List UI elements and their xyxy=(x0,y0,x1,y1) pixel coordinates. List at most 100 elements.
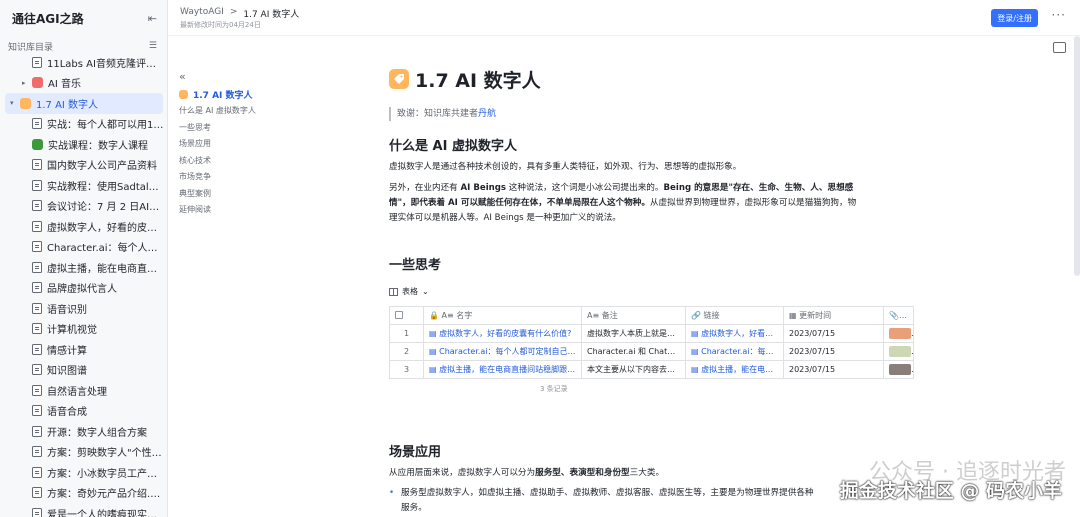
sidebar-item[interactable]: 计算机视觉 xyxy=(0,319,167,340)
row-number[interactable]: 3 xyxy=(389,360,424,379)
document-icon xyxy=(32,282,42,294)
sidebar-item[interactable]: 方案：小冰数字员工产品方案… xyxy=(0,462,167,483)
collapse-sidebar-icon[interactable]: ⇤ xyxy=(148,12,157,25)
attachment-thumbnail[interactable] xyxy=(889,328,911,339)
more-options-icon[interactable]: ··· xyxy=(1052,8,1066,22)
doc-link-icon: ▤ xyxy=(429,329,440,338)
table-view-switcher[interactable]: 表格 ⌄ xyxy=(389,286,429,297)
doc-link-icon: ▤ xyxy=(691,347,702,356)
page-scrollbar[interactable] xyxy=(1074,36,1080,276)
cell-note-text: Character.ai 和 ChatGPT… xyxy=(587,347,686,356)
sidebar-item[interactable]: 虚拟主播，能在电商直播间站… xyxy=(0,257,167,278)
sidebar-item[interactable]: 实战教程：使用Sadtalker让照… xyxy=(0,175,167,196)
cell-attachment[interactable] xyxy=(883,342,914,361)
sidebar-item[interactable]: 会议讨论：7 月 2 日AI数字人… xyxy=(0,196,167,217)
row-number[interactable]: 1 xyxy=(389,324,424,343)
sidebar-item-label: 虚拟数字人，好看的皮囊有什… xyxy=(47,222,164,234)
toc-item[interactable]: 核心技术 xyxy=(179,152,279,169)
toc-item[interactable]: 典型案例 xyxy=(179,185,279,202)
sidebar-item-label: AI 音乐 xyxy=(48,79,81,91)
column-header-link[interactable]: 🔗 链接 xyxy=(685,306,784,325)
sidebar-item[interactable]: 虚拟数字人，好看的皮囊有什… xyxy=(0,216,167,237)
wiki-title[interactable]: 通往AGI之路 xyxy=(12,10,84,27)
sidebar-item[interactable]: 11Labs AI音频克隆评测… xyxy=(0,52,167,73)
page-emoji-icon xyxy=(32,138,43,150)
sidebar-item[interactable]: 语音识别 xyxy=(0,298,167,319)
caret-right-icon[interactable]: ▸ xyxy=(22,79,32,87)
sidebar-item-label: 语音合成 xyxy=(47,407,87,419)
sidebar-item[interactable]: ▾ 1.7 AI 数字人 xyxy=(5,93,163,114)
bullet-dot: • xyxy=(389,488,395,498)
login-button[interactable]: 登录/注册 xyxy=(991,9,1038,27)
cell-attachment[interactable] xyxy=(883,360,914,379)
cell-link[interactable]: ▤ Character.ai：每个人… xyxy=(685,342,784,361)
cell-date[interactable]: 2023/07/15 xyxy=(783,360,884,379)
sidebar-item[interactable]: 品牌虚拟代言人 xyxy=(0,278,167,299)
p3-types: 服务型、表演型和身份型 xyxy=(535,468,630,478)
document-icon xyxy=(32,179,42,191)
sidebar-item-label: 语音识别 xyxy=(47,304,87,316)
cell-name[interactable]: ▤ 虚拟数字人，好看的皮囊有什么价值? xyxy=(423,324,582,343)
column-header-attachment[interactable]: 📎 附件 xyxy=(883,306,914,325)
sidebar-item[interactable]: 自然语言处理 xyxy=(0,380,167,401)
chevron-down-icon: ⌄ xyxy=(422,287,429,296)
toc-item[interactable]: 市场竞争 xyxy=(179,169,279,186)
cell-date[interactable]: 2023/07/15 xyxy=(783,324,884,343)
toc-item[interactable]: 场景应用 xyxy=(179,136,279,153)
sidebar-item[interactable]: 方案：奇妙元产品介绍.pptx xyxy=(0,483,167,504)
table-row[interactable]: 3 ▤ 虚拟主播，能在电商直播间站稳脚跟… 本文主要从以下内容去… ▤ 虚拟主播，能在… xyxy=(389,360,914,379)
sidebar-item[interactable]: 实战：每个人都可以用10分… xyxy=(0,114,167,135)
document-icon xyxy=(32,487,42,499)
sidebar-item-label: 爱是一个人的嗜痕现实｜Love … xyxy=(47,509,164,517)
sidebar-item[interactable]: 国内数字人公司产品资料 xyxy=(0,155,167,176)
select-all-checkbox[interactable] xyxy=(395,310,403,319)
sidebar-item[interactable]: Character.ai：每个人都可定制… xyxy=(0,237,167,258)
sidebar-item-label: 知识图谱 xyxy=(47,366,87,378)
breadcrumb-root[interactable]: WaytoAGI xyxy=(180,7,224,20)
column-header-note[interactable]: A≡ 备注 xyxy=(581,306,686,325)
attachment-thumbnail[interactable] xyxy=(889,346,911,357)
cell-link[interactable]: ▤ 虚拟主播，能在电商… xyxy=(685,360,784,379)
sidebar-item[interactable]: 实战课程：数字人课程 xyxy=(0,134,167,155)
thanks-quote: 致谢：知识库共建者丹航 xyxy=(389,107,859,121)
column-header-date[interactable]: ▦ 更新时间 xyxy=(783,306,884,325)
document-icon xyxy=(32,159,42,171)
cell-name[interactable]: ▤ 虚拟主播，能在电商直播间站稳脚跟… xyxy=(423,360,582,379)
sidebar-item[interactable]: 方案：剪映数字人"个性化"—… xyxy=(0,442,167,463)
row-number[interactable]: 2 xyxy=(389,342,424,361)
catalog-label: 知识库目录 xyxy=(8,42,54,53)
sidebar-item[interactable]: 知识图谱 xyxy=(0,360,167,381)
document-icon xyxy=(32,466,42,478)
attachment-thumbnail[interactable] xyxy=(889,364,911,375)
table-row[interactable]: 1 ▤ 虚拟数字人，好看的皮囊有什么价值? 虚拟数字人本质上就是… ▤ 虚拟数字人，好… xyxy=(389,324,914,343)
column-header-name[interactable]: 🔒 A≡ 名字 xyxy=(423,306,582,325)
toc-item[interactable]: 1.7 AI 数字人 xyxy=(179,86,279,103)
cell-attachment[interactable] xyxy=(883,324,914,343)
sidebar-item[interactable]: 情感计算 xyxy=(0,339,167,360)
cell-note[interactable]: Character.ai 和 ChatGPT… xyxy=(581,342,686,361)
catalog-options-icon[interactable]: ☰ xyxy=(149,41,157,51)
cell-link[interactable]: ▤ 虚拟数字人，好看的… xyxy=(685,324,784,343)
cell-note[interactable]: 虚拟数字人本质上就是… xyxy=(581,324,686,343)
sidebar-item[interactable]: 语音合成 xyxy=(0,401,167,422)
toc-item[interactable]: 一些思考 xyxy=(179,119,279,136)
comment-icon[interactable] xyxy=(1053,42,1066,53)
collapse-toc-icon[interactable]: « xyxy=(179,70,279,83)
sidebar-item[interactable]: 开源：数字人组合方案 xyxy=(0,421,167,442)
cell-note[interactable]: 本文主要从以下内容去… xyxy=(581,360,686,379)
caret-down-icon[interactable]: ▾ xyxy=(10,99,20,107)
table-of-contents: « 1.7 AI 数字人 什么是 AI 虚拟数字人 一些思考 场景应用 核心技术 市场竞争… xyxy=(179,70,279,218)
contributor-link[interactable]: 丹航 xyxy=(478,109,496,119)
sidebar-item[interactable]: ▸ AI 音乐 xyxy=(0,73,167,94)
cell-name[interactable]: ▤ Character.ai：每个人都可定制自己的… xyxy=(423,342,582,361)
sidebar-item-label: 会议讨论：7 月 2 日AI数字人… xyxy=(47,202,164,214)
toc-item[interactable]: 延伸阅读 xyxy=(179,202,279,219)
sidebar-item-label: 实战教程：使用Sadtalker让照… xyxy=(47,181,164,193)
table-row[interactable]: 2 ▤ Character.ai：每个人都可定制自己的… Character.ai … xyxy=(389,342,914,361)
select-all-cell[interactable] xyxy=(389,306,424,325)
sidebar-item-label: 开源：数字人组合方案 xyxy=(47,427,147,439)
breadcrumb-current[interactable]: 1.7 AI 数字人 xyxy=(243,7,299,20)
cell-date[interactable]: 2023/07/15 xyxy=(783,342,884,361)
toc-item[interactable]: 什么是 AI 虚拟数字人 xyxy=(179,103,279,120)
sidebar-item[interactable]: 爱是一个人的嗜痕现实｜Love … xyxy=(0,503,167,517)
